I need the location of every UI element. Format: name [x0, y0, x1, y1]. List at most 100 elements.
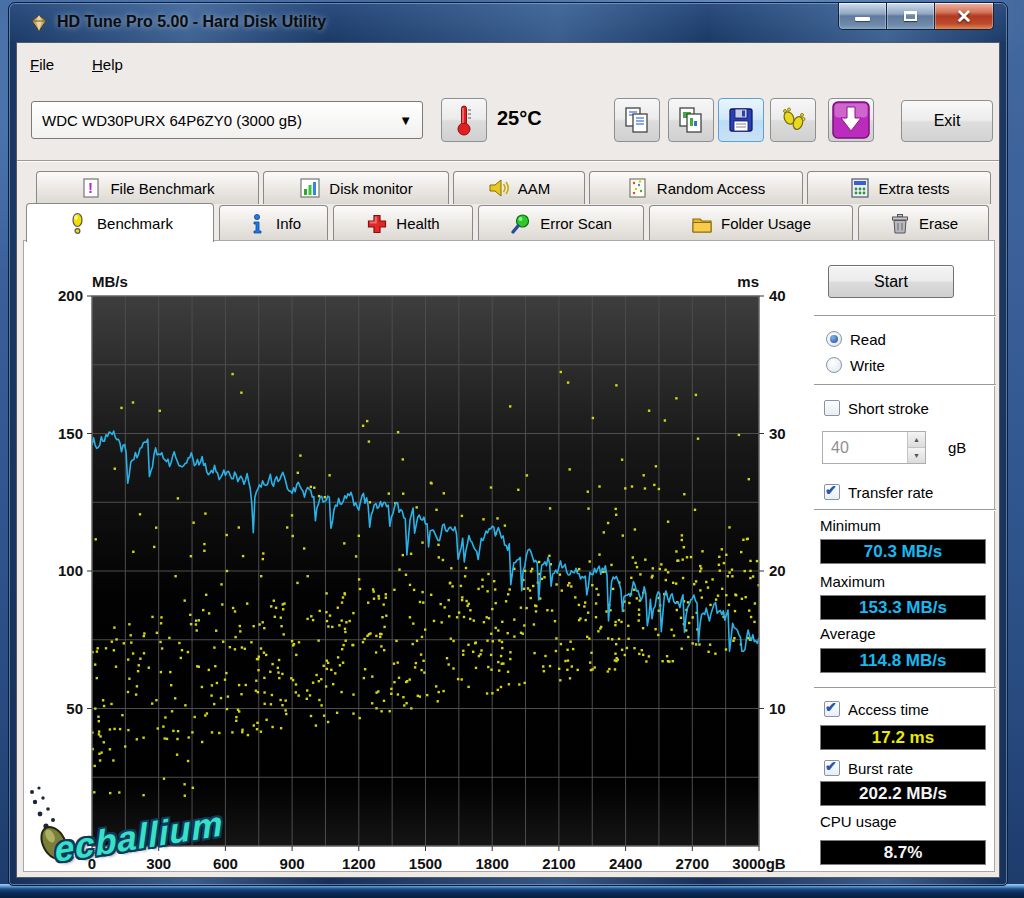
short-stroke-spinner[interactable]: 40 ▲ ▼ [822, 431, 926, 464]
cpu-usage-label: CPU usage [820, 813, 897, 830]
spin-down-icon[interactable]: ▼ [908, 448, 925, 463]
maximize-icon [904, 11, 917, 21]
drive-select-value: WDC WD30PURX 64P6ZY0 (3000 gB) [42, 112, 302, 129]
menu-help[interactable]: Help [92, 56, 123, 73]
separator [814, 384, 996, 386]
info-icon [246, 213, 268, 235]
tab-error-scan[interactable]: Error Scan [478, 205, 644, 241]
left-axis-label: MB/s [92, 273, 128, 290]
tab-label: File Benchmark [110, 180, 214, 197]
window-title: HD Tune Pro 5.00 - Hard Disk Utility [57, 13, 326, 31]
spin-up-icon[interactable]: ▲ [908, 432, 925, 448]
copy-button[interactable] [614, 98, 660, 142]
short-stroke-unit: gB [948, 439, 966, 456]
tab-disk-monitor[interactable]: Disk monitor [263, 171, 449, 204]
close-button[interactable]: ✕ [934, 3, 994, 30]
exit-label: Exit [934, 112, 961, 130]
file-benchmark-icon: ! [80, 177, 102, 199]
tab-extra-tests[interactable]: Extra tests [807, 171, 991, 204]
client-area: File Help WDC WD30PURX 64P6ZY0 (3000 gB)… [16, 42, 1000, 878]
folder-icon [691, 213, 713, 235]
save-button[interactable] [718, 98, 764, 142]
x-tick-label: 2700 [676, 855, 709, 872]
extra-tests-icon [849, 177, 871, 199]
right-tick-label: 40 [769, 287, 786, 304]
tab-file-benchmark[interactable]: ! File Benchmark [36, 171, 259, 204]
save-icon [727, 106, 755, 134]
right-tick-label: 30 [769, 425, 786, 442]
average-value: 114.8 MB/s [820, 648, 986, 673]
minimize-button[interactable] [838, 3, 887, 30]
random-access-icon [627, 177, 649, 199]
x-tick-label: 0 [88, 855, 96, 872]
tab-label: Folder Usage [721, 215, 811, 232]
tab-benchmark[interactable]: Benchmark [26, 203, 214, 242]
copy-image-button[interactable] [668, 98, 714, 142]
start-label: Start [874, 273, 908, 291]
temperature-button[interactable] [441, 98, 487, 142]
burst-rate-checkbox[interactable] [824, 760, 840, 776]
tab-label: Random Access [657, 180, 765, 197]
tab-random-access[interactable]: Random Access [589, 171, 803, 204]
tab-label: Disk monitor [329, 180, 412, 197]
copy-icon [622, 105, 652, 135]
x-tick-label: 2400 [609, 855, 642, 872]
tab-erase[interactable]: Erase [858, 205, 989, 241]
short-stroke-value: 40 [823, 432, 907, 463]
tab-label: Error Scan [540, 215, 612, 232]
svg-text:!: ! [88, 179, 93, 196]
toolbar-separator [17, 160, 999, 162]
start-button[interactable]: Start [828, 265, 954, 298]
transfer-rate-label: Transfer rate [848, 484, 933, 501]
burst-rate-label: Burst rate [848, 760, 913, 777]
disk-monitor-icon [299, 177, 321, 199]
exit-button[interactable]: Exit [901, 100, 993, 142]
transfer-rate-checkbox[interactable] [824, 484, 840, 500]
write-label: Write [850, 357, 885, 374]
benchmark-page: 2001501005040302010MB/sms030060090012001… [23, 240, 995, 872]
minimum-value: 70.3 MB/s [820, 539, 986, 564]
access-time-checkbox[interactable] [824, 701, 840, 717]
hd-tune-window: HD Tune Pro 5.00 - Hard Disk Utility ✕ F… [8, 2, 1008, 886]
x-tick-label: 2100 [542, 855, 575, 872]
drive-select[interactable]: WDC WD30PURX 64P6ZY0 (3000 gB) ▼ [31, 101, 423, 139]
download-button[interactable] [828, 98, 874, 142]
right-tick-label: 10 [769, 700, 786, 717]
download-arrow-icon [831, 100, 871, 140]
separator [814, 509, 996, 511]
left-tick-label: 100 [58, 562, 83, 579]
tab-label: AAM [518, 180, 551, 197]
x-tick-label: 1200 [342, 855, 375, 872]
tab-label: Erase [919, 215, 958, 232]
tab-info[interactable]: Info [219, 205, 328, 241]
minimize-icon [855, 17, 870, 21]
right-tick-label: 20 [769, 562, 786, 579]
access-time-label: Access time [848, 701, 929, 718]
read-radio[interactable] [826, 331, 842, 347]
thermometer-icon [452, 104, 476, 136]
titlebar[interactable]: HD Tune Pro 5.00 - Hard Disk Utility ✕ [9, 3, 1007, 43]
maximize-button[interactable] [887, 3, 934, 30]
error-scan-icon [510, 213, 532, 235]
x-tick-label: 900 [280, 855, 305, 872]
read-label: Read [850, 331, 886, 348]
tab-label: Benchmark [97, 215, 173, 232]
benchmark-chart: 2001501005040302010MB/sms030060090012001… [24, 241, 814, 873]
temperature-value: 25°C [497, 107, 542, 130]
tab-folder-usage[interactable]: Folder Usage [649, 205, 853, 241]
chevron-down-icon: ▼ [399, 113, 412, 128]
x-tick-label: 3000gB [732, 855, 786, 872]
short-stroke-checkbox[interactable] [824, 400, 840, 416]
tab-aam[interactable]: AAM [453, 171, 585, 204]
write-radio[interactable] [826, 357, 842, 373]
right-axis-label: ms [737, 273, 759, 290]
tab-health[interactable]: Health [333, 205, 473, 241]
desktop-taskbar-edge [0, 884, 1024, 898]
menu-file[interactable]: File [30, 56, 54, 73]
benchmark-icon [67, 212, 89, 234]
export-button[interactable] [770, 98, 816, 142]
tab-label: Health [396, 215, 439, 232]
left-tick-label: 150 [58, 425, 83, 442]
average-label: Average [820, 625, 876, 642]
footprints-icon [778, 105, 808, 135]
